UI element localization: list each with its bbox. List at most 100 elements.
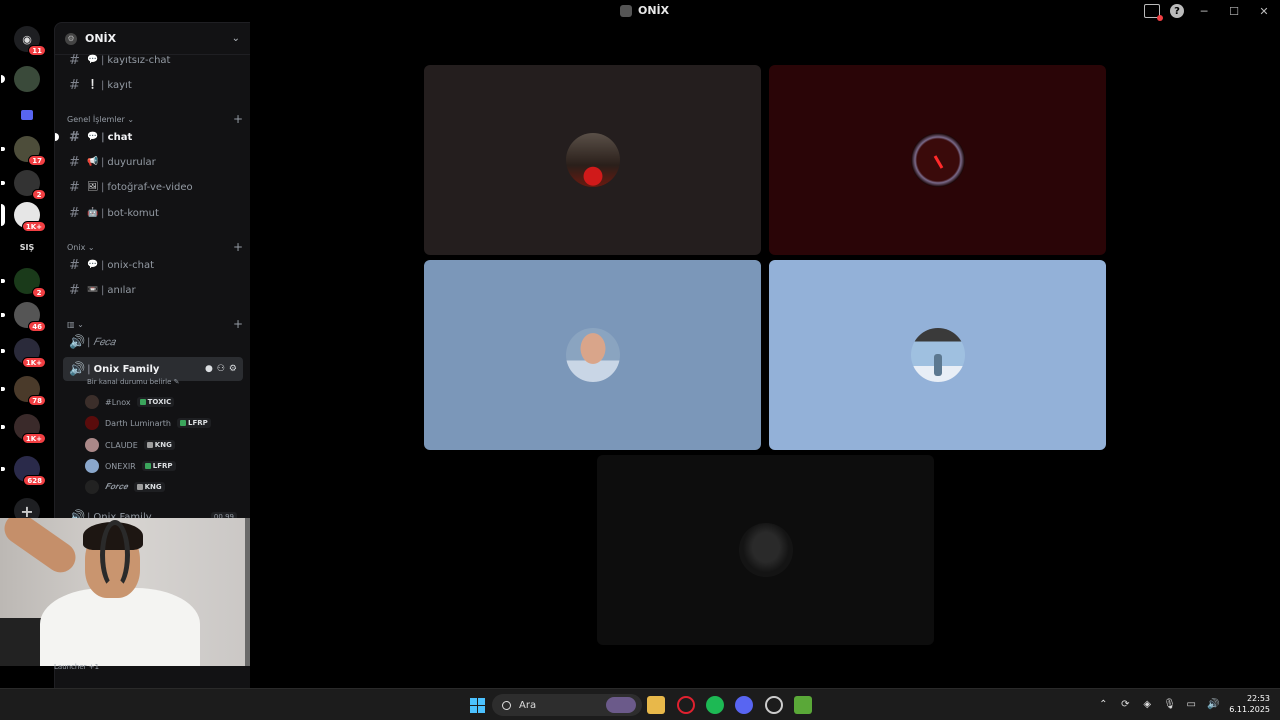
channel-kayit[interactable]: # ❕ | kayıt: [63, 75, 243, 95]
hash-icon: #: [69, 52, 80, 68]
maximize-button[interactable]: ☐: [1224, 2, 1244, 20]
app-icon[interactable]: [765, 696, 783, 714]
add-channel-icon[interactable]: +: [233, 317, 243, 331]
avatar: [910, 133, 965, 187]
search-icon: [502, 700, 511, 710]
server-icon[interactable]: 1K+: [1, 414, 46, 444]
file-explorer-icon[interactable]: [647, 696, 665, 714]
webcam-overlay: [0, 518, 263, 666]
window-title: ONİX: [620, 4, 669, 17]
direct-messages-button[interactable]: ◉ 11: [14, 26, 46, 56]
window-titlebar: ONİX ? ─ ☐ ✕: [0, 0, 1280, 22]
avatar: [738, 523, 793, 577]
guild-name: ONİX: [85, 32, 117, 45]
taskbar-search[interactable]: Ara: [492, 694, 642, 716]
voice-stage: [250, 22, 1280, 688]
dm-badge: 11: [28, 45, 46, 56]
hash-icon: #: [69, 179, 80, 195]
voice-member[interactable]: #Lnox TOXIC: [85, 393, 175, 411]
participant-tile[interactable]: [424, 65, 761, 255]
channel-bot-komut[interactable]: # 🤖 | bot-komut: [63, 203, 243, 223]
participant-tile[interactable]: [769, 65, 1106, 255]
member-tag: TOXIC: [136, 397, 175, 407]
help-icon[interactable]: ?: [1170, 4, 1184, 18]
add-channel-icon[interactable]: +: [233, 112, 243, 126]
server-icon[interactable]: 628: [1, 456, 46, 486]
inbox-icon[interactable]: [1144, 4, 1163, 21]
server-onix[interactable]: 1K+: [1, 202, 46, 232]
server-icon[interactable]: 78: [1, 376, 46, 406]
avatar: [85, 395, 99, 409]
hash-icon: #: [69, 257, 80, 273]
participant-tile[interactable]: [597, 455, 934, 645]
voice-status-setter[interactable]: Bir kanal durumu belirle ✎: [87, 378, 180, 386]
category-voice[interactable]: ▥ ⌄ +: [67, 317, 243, 331]
guild-boost-icon: ⚙: [65, 32, 77, 45]
channel-fotograf-ve-video[interactable]: # 🖼 | fotoğraf-ve-video: [63, 177, 243, 197]
minimize-button[interactable]: ─: [1194, 2, 1214, 20]
server-icon[interactable]: 2: [1, 170, 46, 200]
spotify-icon[interactable]: [706, 696, 724, 714]
minecraft-icon[interactable]: [794, 696, 812, 714]
member-tag: LFRP: [141, 461, 176, 471]
server-icon[interactable]: 2: [1, 268, 46, 298]
voice-channel-feca[interactable]: 🔊 | 𝐹𝑒𝑐𝑎: [63, 332, 243, 352]
display-icon[interactable]: ▭: [1185, 699, 1197, 710]
member-tag: LFRP: [176, 418, 211, 428]
discord-taskbar-icon[interactable]: [735, 696, 753, 714]
channel-kayitsiz-chat[interactable]: # 💬 | kayıtsız-chat: [63, 50, 243, 70]
volume-icon[interactable]: 🔊: [1207, 699, 1219, 710]
server-sis[interactable]: SIŞ: [14, 234, 40, 260]
add-channel-icon[interactable]: +: [233, 240, 243, 254]
participant-tile[interactable]: [424, 260, 761, 450]
hash-icon: #: [69, 205, 80, 221]
speaker-icon: 🔊: [69, 334, 86, 350]
avatar: [565, 328, 620, 382]
speaker-icon: 🔊: [69, 361, 86, 377]
server-folder-icon[interactable]: [14, 102, 40, 128]
channel-duyurular[interactable]: # 📢 | duyurular: [63, 152, 243, 172]
hash-icon: #: [69, 282, 80, 298]
search-highlight-icon: [606, 697, 636, 713]
hash-icon: #: [69, 77, 80, 93]
microphone-icon[interactable]: 🎙: [1163, 699, 1176, 710]
close-button[interactable]: ✕: [1254, 2, 1274, 20]
server-icon[interactable]: [1, 66, 40, 92]
clock[interactable]: 22:53 6.11.2025: [1229, 693, 1270, 715]
chevron-down-icon: ⌄: [231, 33, 240, 44]
avatar: [910, 328, 965, 382]
chat-bubble-icon[interactable]: ●: [205, 364, 213, 374]
channel-chat[interactable]: # 💬 | chat: [55, 127, 243, 147]
voice-member[interactable]: CLAUDE KNG: [85, 436, 175, 454]
start-button[interactable]: [468, 696, 486, 714]
hash-icon: #: [69, 129, 80, 145]
avatar: [565, 133, 620, 187]
member-tag: KNG: [133, 482, 165, 492]
sync-icon[interactable]: ⟳: [1119, 699, 1131, 710]
avatar: [85, 480, 99, 494]
pencil-icon: ✎: [173, 378, 180, 386]
server-icon[interactable]: 17: [1, 136, 46, 166]
discord-icon: ◉: [22, 32, 32, 46]
voice-member[interactable]: 𝑭𝒐𝒓𝒄𝒆 KNG: [85, 478, 165, 496]
chevron-up-icon[interactable]: ⌃: [1097, 699, 1109, 710]
server-icon[interactable]: 1K+: [1, 338, 46, 368]
avatar: [85, 438, 99, 452]
voice-member[interactable]: Darth Luminarth LFRP: [85, 414, 211, 432]
invite-user-icon[interactable]: ⚇: [217, 364, 225, 374]
participant-tile[interactable]: [769, 260, 1106, 450]
gear-icon[interactable]: ⚙: [229, 364, 237, 374]
server-icon[interactable]: 46: [1, 302, 46, 332]
category-genel-islemler[interactable]: Genel İşlemler ⌄ +: [67, 112, 243, 126]
voice-member[interactable]: ONEXIR LFRP: [85, 457, 176, 475]
category-onix[interactable]: Onix ⌄ +: [67, 240, 243, 254]
channel-onix-chat[interactable]: # 💬 | onix-chat: [63, 255, 243, 275]
channel-anilar[interactable]: # 📼 | anılar: [63, 280, 243, 300]
windows-taskbar: Ara ⌃ ⟳ ◈ 🎙 ▭ 🔊 22:53 6.11.2025: [0, 688, 1280, 720]
opera-icon[interactable]: [677, 696, 695, 714]
app-icon: [620, 4, 632, 17]
tray-app-icon[interactable]: ◈: [1141, 699, 1153, 710]
hash-icon: #: [69, 154, 80, 170]
member-tag: KNG: [143, 440, 175, 450]
avatar: [85, 459, 99, 473]
